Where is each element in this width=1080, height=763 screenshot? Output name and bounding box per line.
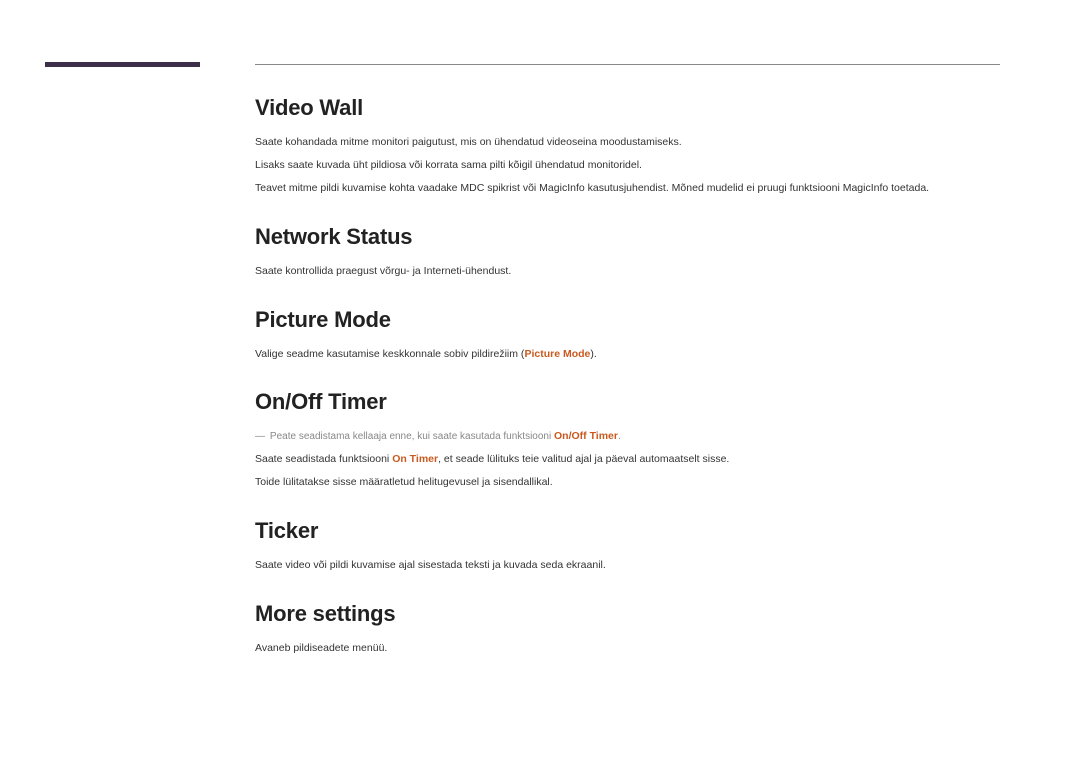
- paragraph: Valige seadme kasutamise keskkonnale sob…: [255, 345, 1000, 364]
- section-more-settings: More settings Avaneb pildiseadete menüü.: [255, 601, 1000, 658]
- paragraph: Avaneb pildiseadete menüü.: [255, 639, 1000, 658]
- note-text: .: [618, 431, 621, 442]
- highlight-text: Picture Mode: [524, 348, 590, 360]
- text: Valige seadme kasutamise keskkonnale sob…: [255, 348, 524, 360]
- main-content: Video Wall Saate kohandada mitme monitor…: [255, 95, 1000, 684]
- heading-picture-mode: Picture Mode: [255, 307, 1000, 333]
- header-divider: [255, 64, 1000, 65]
- paragraph: Toide lülitatakse sisse määratletud heli…: [255, 473, 1000, 492]
- section-ticker: Ticker Saate video või pildi kuvamise aj…: [255, 518, 1000, 575]
- text: ).: [590, 348, 596, 360]
- heading-ticker: Ticker: [255, 518, 1000, 544]
- text: Saate seadistada funktsiooni: [255, 453, 392, 465]
- section-network-status: Network Status Saate kontrollida praegus…: [255, 224, 1000, 281]
- heading-on-off-timer: On/Off Timer: [255, 389, 1000, 415]
- paragraph: Lisaks saate kuvada üht pildiosa või kor…: [255, 156, 1000, 175]
- paragraph: Saate seadistada funktsiooni On Timer, e…: [255, 450, 1000, 469]
- note-dash-icon: ―: [255, 431, 265, 442]
- paragraph: Teavet mitme pildi kuvamise kohta vaadak…: [255, 179, 1000, 198]
- section-picture-mode: Picture Mode Valige seadme kasutamise ke…: [255, 307, 1000, 364]
- accent-bar: [45, 62, 200, 67]
- paragraph: Saate kontrollida praegust võrgu- ja Int…: [255, 262, 1000, 281]
- note-text: Peate seadistama kellaaja enne, kui saat…: [270, 431, 554, 442]
- heading-video-wall: Video Wall: [255, 95, 1000, 121]
- highlight-text: On/Off Timer: [554, 430, 618, 442]
- highlight-text: On Timer: [392, 453, 438, 465]
- heading-more-settings: More settings: [255, 601, 1000, 627]
- heading-network-status: Network Status: [255, 224, 1000, 250]
- paragraph: Saate video või pildi kuvamise ajal sise…: [255, 556, 1000, 575]
- text: , et seade lülituks teie valitud ajal ja…: [438, 453, 729, 465]
- note-paragraph: ― Peate seadistama kellaaja enne, kui sa…: [255, 427, 1000, 446]
- paragraph: Saate kohandada mitme monitori paigutust…: [255, 133, 1000, 152]
- section-on-off-timer: On/Off Timer ― Peate seadistama kellaaja…: [255, 389, 1000, 492]
- section-video-wall: Video Wall Saate kohandada mitme monitor…: [255, 95, 1000, 198]
